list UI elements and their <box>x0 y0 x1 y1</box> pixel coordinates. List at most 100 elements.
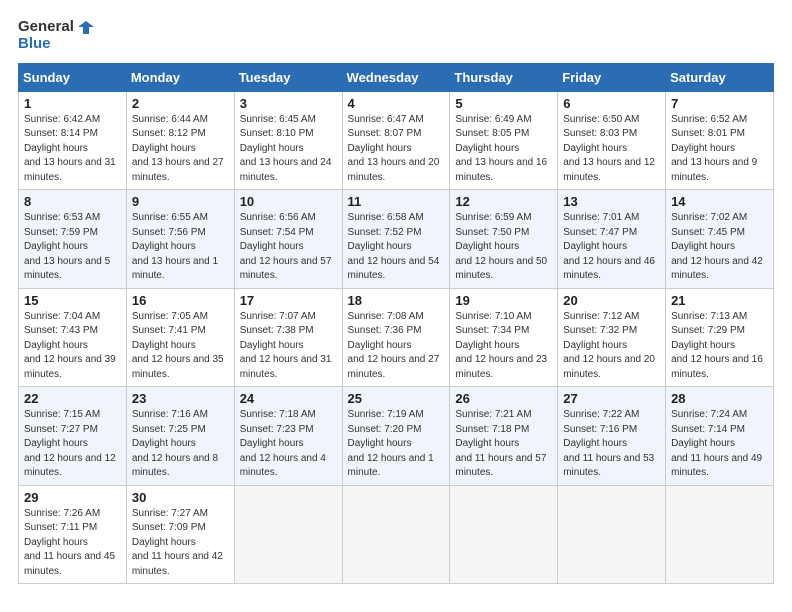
day-cell: 14 Sunrise: 7:02 AMSunset: 7:45 PMDaylig… <box>666 190 774 289</box>
day-number: 20 <box>563 293 660 308</box>
day-number: 6 <box>563 96 660 111</box>
day-number: 14 <box>671 194 768 209</box>
day-info: Sunrise: 7:05 AMSunset: 7:41 PMDaylight … <box>132 310 229 383</box>
day-cell: 3 Sunrise: 6:45 AMSunset: 8:10 PMDayligh… <box>234 91 342 190</box>
day-info: Sunrise: 7:27 AMSunset: 7:09 PMDaylight … <box>132 507 229 580</box>
day-cell: 12 Sunrise: 6:59 AMSunset: 7:50 PMDaylig… <box>450 190 558 289</box>
day-number: 24 <box>240 391 337 406</box>
day-info: Sunrise: 7:22 AMSunset: 7:16 PMDaylight … <box>563 408 660 481</box>
day-number: 23 <box>132 391 229 406</box>
day-number: 15 <box>24 293 121 308</box>
day-number: 2 <box>132 96 229 111</box>
day-cell: 7 Sunrise: 6:52 AMSunset: 8:01 PMDayligh… <box>666 91 774 190</box>
col-header-tuesday: Tuesday <box>234 63 342 91</box>
day-info: Sunrise: 7:24 AMSunset: 7:14 PMDaylight … <box>671 408 768 481</box>
day-number: 27 <box>563 391 660 406</box>
day-number: 25 <box>348 391 445 406</box>
day-info: Sunrise: 7:26 AMSunset: 7:11 PMDaylight … <box>24 507 121 580</box>
day-number: 30 <box>132 490 229 505</box>
col-header-saturday: Saturday <box>666 63 774 91</box>
day-number: 10 <box>240 194 337 209</box>
col-header-sunday: Sunday <box>19 63 127 91</box>
day-info: Sunrise: 7:04 AMSunset: 7:43 PMDaylight … <box>24 310 121 383</box>
day-number: 22 <box>24 391 121 406</box>
day-info: Sunrise: 7:16 AMSunset: 7:25 PMDaylight … <box>132 408 229 481</box>
day-cell: 2 Sunrise: 6:44 AMSunset: 8:12 PMDayligh… <box>126 91 234 190</box>
day-info: Sunrise: 7:07 AMSunset: 7:38 PMDaylight … <box>240 310 337 383</box>
day-info: Sunrise: 6:56 AMSunset: 7:54 PMDaylight … <box>240 211 337 284</box>
day-number: 8 <box>24 194 121 209</box>
week-row-1: 1 Sunrise: 6:42 AMSunset: 8:14 PMDayligh… <box>19 91 774 190</box>
day-cell: 9 Sunrise: 6:55 AMSunset: 7:56 PMDayligh… <box>126 190 234 289</box>
day-number: 11 <box>348 194 445 209</box>
day-number: 7 <box>671 96 768 111</box>
logo-text: General Blue <box>18 18 94 53</box>
week-row-5: 29 Sunrise: 7:26 AMSunset: 7:11 PMDaylig… <box>19 485 774 584</box>
day-info: Sunrise: 6:45 AMSunset: 8:10 PMDaylight … <box>240 113 337 186</box>
col-header-wednesday: Wednesday <box>342 63 450 91</box>
day-number: 19 <box>455 293 552 308</box>
week-row-2: 8 Sunrise: 6:53 AMSunset: 7:59 PMDayligh… <box>19 190 774 289</box>
day-cell: 1 Sunrise: 6:42 AMSunset: 8:14 PMDayligh… <box>19 91 127 190</box>
day-cell: 15 Sunrise: 7:04 AMSunset: 7:43 PMDaylig… <box>19 288 127 387</box>
day-cell: 13 Sunrise: 7:01 AMSunset: 7:47 PMDaylig… <box>558 190 666 289</box>
col-header-monday: Monday <box>126 63 234 91</box>
day-info: Sunrise: 6:44 AMSunset: 8:12 PMDaylight … <box>132 113 229 186</box>
col-header-thursday: Thursday <box>450 63 558 91</box>
day-cell: 6 Sunrise: 6:50 AMSunset: 8:03 PMDayligh… <box>558 91 666 190</box>
week-row-3: 15 Sunrise: 7:04 AMSunset: 7:43 PMDaylig… <box>19 288 774 387</box>
day-info: Sunrise: 6:47 AMSunset: 8:07 PMDaylight … <box>348 113 445 186</box>
day-cell: 22 Sunrise: 7:15 AMSunset: 7:27 PMDaylig… <box>19 387 127 486</box>
day-info: Sunrise: 7:08 AMSunset: 7:36 PMDaylight … <box>348 310 445 383</box>
day-info: Sunrise: 6:42 AMSunset: 8:14 PMDaylight … <box>24 113 121 186</box>
day-number: 29 <box>24 490 121 505</box>
day-cell <box>450 485 558 584</box>
day-cell: 20 Sunrise: 7:12 AMSunset: 7:32 PMDaylig… <box>558 288 666 387</box>
day-number: 9 <box>132 194 229 209</box>
day-number: 13 <box>563 194 660 209</box>
day-cell: 30 Sunrise: 7:27 AMSunset: 7:09 PMDaylig… <box>126 485 234 584</box>
day-cell <box>234 485 342 584</box>
day-info: Sunrise: 6:58 AMSunset: 7:52 PMDaylight … <box>348 211 445 284</box>
day-number: 26 <box>455 391 552 406</box>
day-number: 1 <box>24 96 121 111</box>
day-cell <box>342 485 450 584</box>
day-info: Sunrise: 7:02 AMSunset: 7:45 PMDaylight … <box>671 211 768 284</box>
day-cell: 10 Sunrise: 6:56 AMSunset: 7:54 PMDaylig… <box>234 190 342 289</box>
logo: General Blue <box>18 18 94 53</box>
day-cell <box>558 485 666 584</box>
header-row: SundayMondayTuesdayWednesdayThursdayFrid… <box>19 63 774 91</box>
day-number: 17 <box>240 293 337 308</box>
day-cell <box>666 485 774 584</box>
day-info: Sunrise: 7:19 AMSunset: 7:20 PMDaylight … <box>348 408 445 481</box>
header: General Blue <box>18 18 774 53</box>
logo-bird-icon <box>76 18 94 36</box>
day-info: Sunrise: 7:10 AMSunset: 7:34 PMDaylight … <box>455 310 552 383</box>
day-cell: 19 Sunrise: 7:10 AMSunset: 7:34 PMDaylig… <box>450 288 558 387</box>
day-number: 28 <box>671 391 768 406</box>
day-info: Sunrise: 6:59 AMSunset: 7:50 PMDaylight … <box>455 211 552 284</box>
day-cell: 27 Sunrise: 7:22 AMSunset: 7:16 PMDaylig… <box>558 387 666 486</box>
day-cell: 23 Sunrise: 7:16 AMSunset: 7:25 PMDaylig… <box>126 387 234 486</box>
day-number: 16 <box>132 293 229 308</box>
day-number: 12 <box>455 194 552 209</box>
day-cell: 24 Sunrise: 7:18 AMSunset: 7:23 PMDaylig… <box>234 387 342 486</box>
col-header-friday: Friday <box>558 63 666 91</box>
day-info: Sunrise: 7:21 AMSunset: 7:18 PMDaylight … <box>455 408 552 481</box>
day-number: 3 <box>240 96 337 111</box>
day-info: Sunrise: 7:13 AMSunset: 7:29 PMDaylight … <box>671 310 768 383</box>
day-info: Sunrise: 6:50 AMSunset: 8:03 PMDaylight … <box>563 113 660 186</box>
day-cell: 17 Sunrise: 7:07 AMSunset: 7:38 PMDaylig… <box>234 288 342 387</box>
day-cell: 26 Sunrise: 7:21 AMSunset: 7:18 PMDaylig… <box>450 387 558 486</box>
day-cell: 28 Sunrise: 7:24 AMSunset: 7:14 PMDaylig… <box>666 387 774 486</box>
day-cell: 5 Sunrise: 6:49 AMSunset: 8:05 PMDayligh… <box>450 91 558 190</box>
day-cell: 21 Sunrise: 7:13 AMSunset: 7:29 PMDaylig… <box>666 288 774 387</box>
day-info: Sunrise: 7:18 AMSunset: 7:23 PMDaylight … <box>240 408 337 481</box>
day-cell: 16 Sunrise: 7:05 AMSunset: 7:41 PMDaylig… <box>126 288 234 387</box>
day-cell: 18 Sunrise: 7:08 AMSunset: 7:36 PMDaylig… <box>342 288 450 387</box>
calendar-page: General Blue SundayMondayTuesdayWednesda… <box>0 0 792 612</box>
day-number: 4 <box>348 96 445 111</box>
day-number: 18 <box>348 293 445 308</box>
day-cell: 8 Sunrise: 6:53 AMSunset: 7:59 PMDayligh… <box>19 190 127 289</box>
day-info: Sunrise: 7:01 AMSunset: 7:47 PMDaylight … <box>563 211 660 284</box>
